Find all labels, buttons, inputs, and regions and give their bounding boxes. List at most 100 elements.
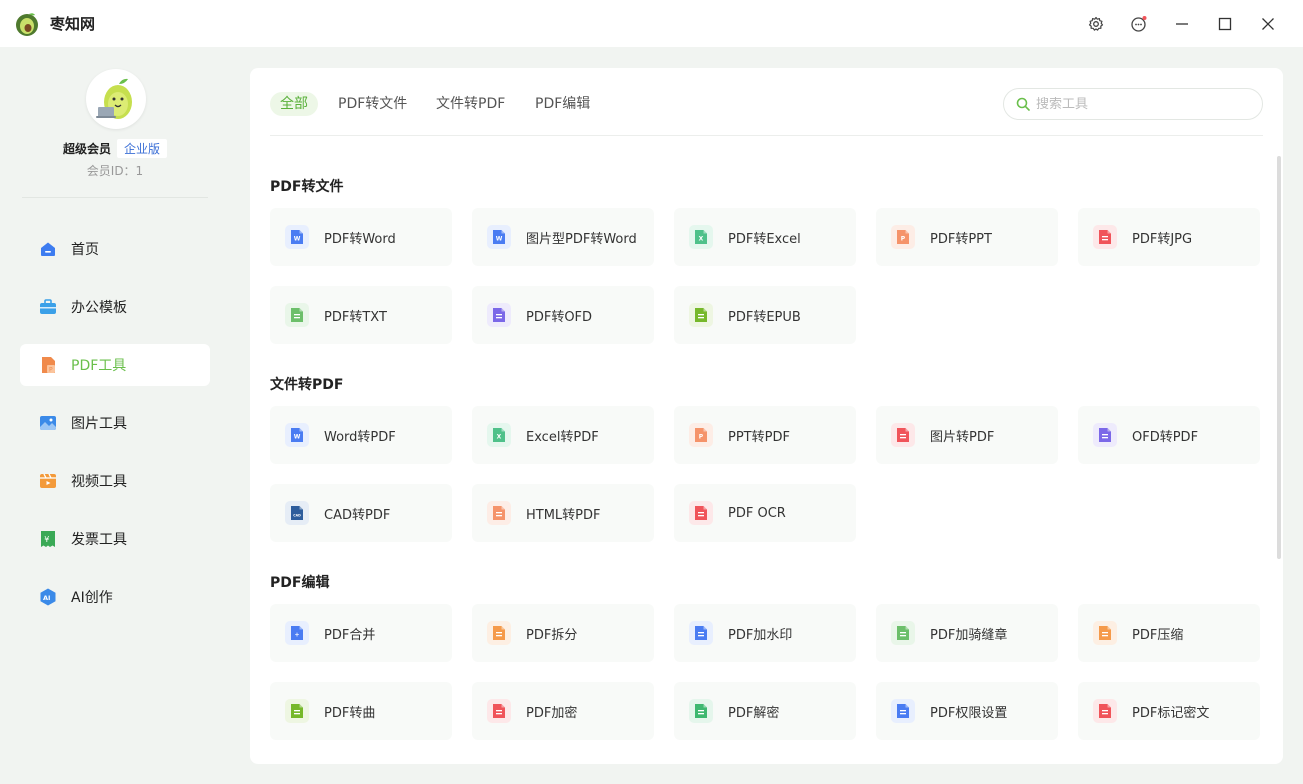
svg-text:P: P	[49, 367, 53, 374]
excel-icon: X	[689, 225, 713, 249]
svg-text:P: P	[699, 433, 704, 440]
tool-card-label: PDF转EPUB	[728, 309, 801, 325]
sidebar-item-label: PDF工具	[71, 358, 127, 374]
search-input[interactable]	[1036, 96, 1236, 112]
seal-icon	[891, 621, 915, 645]
svg-text:W: W	[294, 433, 301, 440]
member-id: 会员ID：1	[86, 164, 144, 178]
sidebar-item-ai-creation[interactable]: AI AI创作	[20, 576, 210, 618]
tool-card[interactable]: X Excel转PDF	[472, 406, 654, 464]
app-title: 枣知网	[50, 15, 96, 33]
tool-card[interactable]: PDF解密	[674, 682, 856, 740]
tab-all[interactable]: 全部	[270, 92, 318, 116]
user-avatar-icon	[96, 78, 132, 119]
chat-bubble-icon	[1131, 16, 1147, 32]
sidebar-item-invoice-tools[interactable]: ¥ 发票工具	[20, 518, 210, 560]
tool-card[interactable]: CAD CAD转PDF	[270, 484, 452, 542]
sidebar-item-label: 发票工具	[71, 532, 127, 548]
section-title: 文件转PDF	[270, 377, 344, 393]
ai-icon: AI	[40, 588, 56, 606]
title-bar: 枣知网	[0, 0, 1303, 47]
svg-text:X: X	[497, 433, 502, 440]
tab-pdf-edit[interactable]: PDF编辑	[535, 92, 590, 116]
tool-card-label: 图片型PDF转Word	[526, 231, 637, 247]
sidebar-item-pdf-tools[interactable]: P PDF工具	[20, 344, 210, 386]
tool-card[interactable]: PDF加密	[472, 682, 654, 740]
tool-card-label: PDF解密	[728, 705, 780, 721]
tool-card[interactable]: HTML转PDF	[472, 484, 654, 542]
tool-card-label: PDF合并	[324, 627, 376, 643]
tool-card-label: Word转PDF	[324, 429, 396, 445]
member-info: 超级会员 企业版	[0, 139, 230, 158]
tool-card[interactable]: 图片转PDF	[876, 406, 1058, 464]
tool-card-label: PDF转PPT	[930, 231, 992, 247]
tool-card[interactable]: PDF加骑缝章	[876, 604, 1058, 662]
tool-card[interactable]: W PDF转Word	[270, 208, 452, 266]
tool-card[interactable]: PDF OCR	[674, 484, 856, 542]
svg-text:+: +	[294, 631, 299, 638]
member-name: 超级会员	[62, 142, 111, 156]
txt-icon	[285, 303, 309, 327]
word-icon: W	[285, 225, 309, 249]
html-icon	[487, 501, 511, 525]
minimize-button[interactable]	[1170, 12, 1194, 36]
maximize-button[interactable]	[1213, 12, 1237, 36]
tool-card[interactable]: OFD转PDF	[1078, 406, 1260, 464]
merge-icon: +	[285, 621, 309, 645]
tool-card[interactable]: PDF加水印	[674, 604, 856, 662]
tool-card-label: PDF转JPG	[1132, 231, 1193, 247]
tab-pdf-to-file[interactable]: PDF转文件	[338, 92, 407, 116]
close-button[interactable]	[1256, 12, 1280, 36]
tool-card-label: PPT转PDF	[728, 429, 790, 445]
curve-icon	[285, 699, 309, 723]
tool-card-label: CAD转PDF	[324, 507, 391, 523]
tool-card[interactable]: PDF转EPUB	[674, 286, 856, 344]
message-button[interactable]	[1127, 12, 1151, 36]
ocr-icon	[689, 501, 713, 525]
tab-divider	[270, 135, 1263, 136]
sidebar-item-home[interactable]: 首页	[20, 228, 210, 270]
tool-card[interactable]: P PDF转PPT	[876, 208, 1058, 266]
tool-card[interactable]: PDF拆分	[472, 604, 654, 662]
gear-icon	[1088, 16, 1104, 31]
tool-card-label: PDF标记密文	[1132, 705, 1210, 721]
cad-icon: CAD	[285, 501, 309, 525]
word-icon: W	[487, 225, 511, 249]
ofd-icon	[487, 303, 511, 327]
member-tag-badge: 企业版	[117, 139, 168, 158]
decrypt-icon	[689, 699, 713, 723]
tool-card[interactable]: PDF转TXT	[270, 286, 452, 344]
tool-card[interactable]: W 图片型PDF转Word	[472, 208, 654, 266]
tool-card[interactable]: PDF转JPG	[1078, 208, 1260, 266]
tool-card[interactable]: PDF压缩	[1078, 604, 1260, 662]
tool-card[interactable]: + PDF合并	[270, 604, 452, 662]
sidebar-item-office-templates[interactable]: 办公模板	[20, 286, 210, 328]
tool-card-label: PDF OCR	[728, 505, 786, 521]
tool-card[interactable]: W Word转PDF	[270, 406, 452, 464]
tool-card-label: PDF拆分	[526, 627, 578, 643]
tool-card[interactable]: PDF权限设置	[876, 682, 1058, 740]
sidebar-item-image-tools[interactable]: 图片工具	[20, 402, 210, 444]
minimize-icon	[1176, 23, 1188, 25]
tool-card[interactable]: P PPT转PDF	[674, 406, 856, 464]
jpg-icon	[1093, 225, 1117, 249]
sidebar-item-label: 办公模板	[71, 300, 127, 316]
tool-card[interactable]: PDF转OFD	[472, 286, 654, 344]
pdf-icon: P	[42, 357, 55, 374]
avatar[interactable]	[86, 69, 146, 129]
tool-card[interactable]: PDF标记密文	[1078, 682, 1260, 740]
permission-icon	[891, 699, 915, 723]
tool-card-label: PDF转曲	[324, 705, 376, 721]
scrollbar[interactable]	[1277, 156, 1281, 559]
svg-text:X: X	[699, 235, 704, 242]
tool-card[interactable]: PDF转曲	[270, 682, 452, 740]
tool-card[interactable]: X PDF转Excel	[674, 208, 856, 266]
tool-card-label: OFD转PDF	[1132, 429, 1199, 445]
svg-text:W: W	[496, 235, 503, 242]
ppt-icon: P	[689, 423, 713, 447]
video-icon	[40, 473, 56, 488]
sidebar-item-video-tools[interactable]: 视频工具	[20, 460, 210, 502]
tab-file-to-pdf[interactable]: 文件转PDF	[436, 92, 505, 116]
search-icon	[1016, 97, 1030, 111]
settings-button[interactable]	[1084, 12, 1108, 36]
